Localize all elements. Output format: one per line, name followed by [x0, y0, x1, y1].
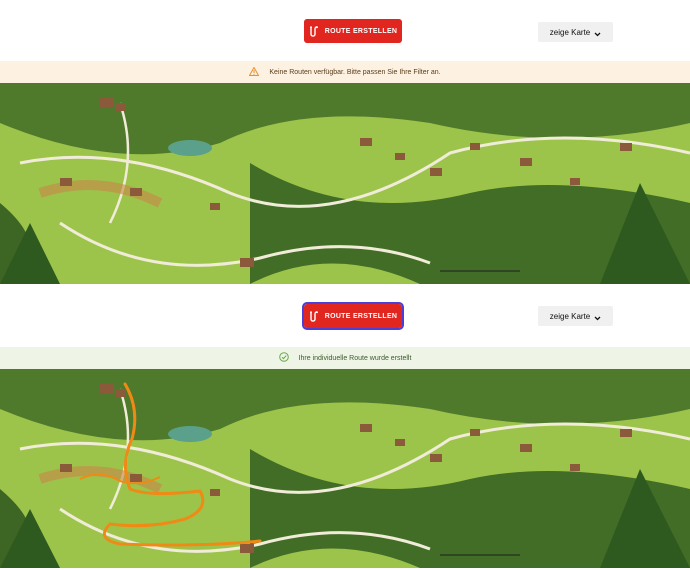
- create-route-button[interactable]: ROUTE ERSTELLEN: [302, 302, 404, 330]
- route-icon: [309, 25, 319, 37]
- status-banner-text: Ihre individuelle Route wurde erstellt: [298, 354, 412, 362]
- status-banner: Keine Routen verfügbar. Bitte passen Sie…: [0, 61, 690, 83]
- route-icon: [309, 310, 319, 322]
- chevron-down-icon: [594, 314, 601, 320]
- map-toggle-label: zeige Karte: [549, 27, 591, 37]
- map-toggle-select[interactable]: zeige Karte: [538, 22, 613, 42]
- status-banner-text: Keine Routen verfügbar. Bitte passen Sie…: [269, 68, 441, 76]
- route-created-panel: ROUTE ERSTELLEN zeige Karte Ihre individ…: [0, 284, 690, 568]
- map-toggle-select[interactable]: zeige Karte: [538, 306, 613, 326]
- create-route-label: ROUTE ERSTELLEN: [324, 27, 398, 35]
- status-banner: Ihre individuelle Route wurde erstellt: [0, 347, 690, 369]
- warning-triangle-icon: [249, 65, 260, 78]
- no-route-panel: ROUTE ERSTELLEN zeige Karte Keine Routen…: [0, 0, 690, 284]
- create-route-button[interactable]: ROUTE ERSTELLEN: [304, 19, 402, 43]
- create-route-label: ROUTE ERSTELLEN: [324, 312, 398, 320]
- park-map[interactable]: [0, 83, 690, 284]
- map-toggle-label: zeige Karte: [549, 311, 591, 321]
- park-map[interactable]: [0, 369, 690, 570]
- check-circle-icon: [278, 352, 289, 364]
- chevron-down-icon: [594, 30, 601, 36]
